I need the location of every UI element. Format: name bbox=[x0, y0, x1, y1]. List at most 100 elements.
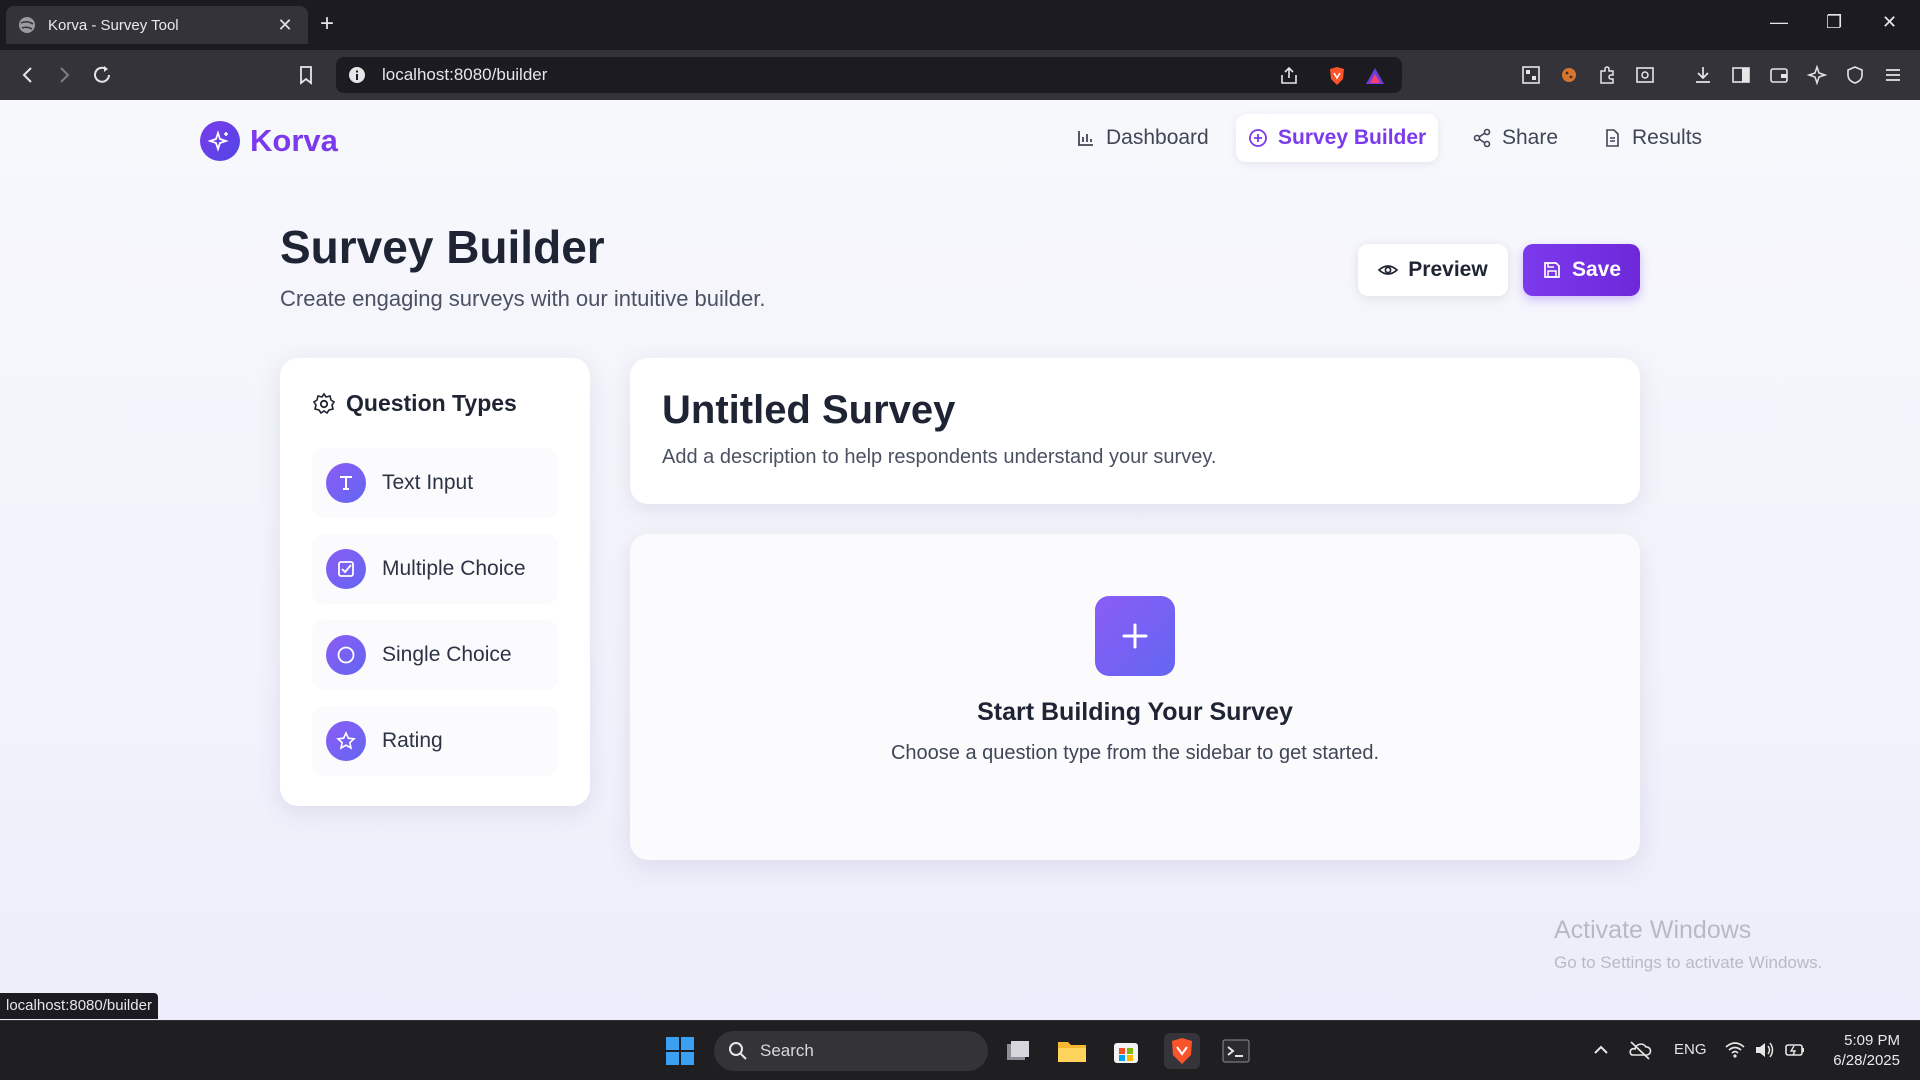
save-button[interactable]: Save bbox=[1523, 244, 1640, 296]
watermark-title: Activate Windows bbox=[1554, 916, 1752, 944]
reload-icon[interactable] bbox=[90, 63, 114, 87]
wallet-icon[interactable] bbox=[1768, 64, 1790, 86]
system-clock[interactable]: 5:09 PM 6/28/2025 bbox=[1820, 1031, 1900, 1071]
volume-icon[interactable] bbox=[1754, 1040, 1776, 1060]
battery-icon[interactable] bbox=[1784, 1040, 1806, 1060]
bar-chart-icon bbox=[1078, 131, 1093, 146]
watermark-subtitle: Go to Settings to activate Windows. bbox=[1554, 953, 1823, 972]
activate-windows-watermark: Activate Windows Go to Settings to activ… bbox=[1554, 916, 1822, 973]
plus-icon[interactable] bbox=[1095, 596, 1175, 676]
nav-results[interactable]: Results bbox=[1590, 114, 1714, 162]
save-label: Save bbox=[1571, 258, 1622, 281]
clock-date: 6/28/2025 bbox=[1833, 1052, 1900, 1069]
empty-state-subtitle: Choose a question type from the sidebar … bbox=[890, 742, 1380, 764]
nav-results-label: Results bbox=[1632, 126, 1703, 149]
type-icon bbox=[326, 463, 366, 503]
survey-description[interactable]: Add a description to help respondents un… bbox=[662, 446, 1216, 469]
tab-close-icon[interactable]: ✕ bbox=[274, 15, 296, 36]
question-type-label: Single Choice bbox=[382, 643, 512, 666]
chevron-up-icon[interactable] bbox=[1592, 1041, 1610, 1059]
preview-label: Preview bbox=[1408, 258, 1488, 281]
tab-title: Korva - Survey Tool bbox=[48, 16, 179, 34]
question-types-panel: Question Types Text Input Multiple Choic… bbox=[280, 358, 590, 806]
status-url: localhost:8080/builder bbox=[0, 993, 158, 1019]
microsoft-store-icon[interactable] bbox=[1108, 1033, 1144, 1069]
wifi-icon[interactable] bbox=[1724, 1040, 1746, 1060]
nav-dashboard-label: Dashboard bbox=[1106, 126, 1209, 149]
question-types-heading: Question Types bbox=[312, 390, 517, 417]
task-view-icon[interactable] bbox=[1000, 1033, 1036, 1069]
page-subtitle: Create engaging surveys with our intuiti… bbox=[280, 286, 766, 311]
browser-tab-bar: Korva - Survey Tool ✕ + — ❐ ✕ bbox=[0, 0, 1920, 50]
browser-toolbar: localhost:8080/builder bbox=[0, 50, 1920, 100]
empty-state-card: Start Building Your Survey Choose a ques… bbox=[630, 534, 1640, 860]
question-type-single-choice[interactable]: Single Choice bbox=[312, 620, 558, 690]
nav-survey-builder-label: Survey Builder bbox=[1278, 126, 1427, 149]
globe-icon bbox=[19, 17, 35, 33]
question-type-label: Text Input bbox=[382, 471, 474, 494]
empty-state-title: Start Building Your Survey bbox=[977, 698, 1293, 726]
extensions-icon[interactable] bbox=[1596, 64, 1618, 86]
sidebar-toggle-icon[interactable] bbox=[1730, 64, 1752, 86]
search-placeholder: Search bbox=[760, 1041, 814, 1060]
preview-button[interactable]: Preview bbox=[1358, 244, 1508, 296]
brand-name: Korva bbox=[250, 123, 338, 158]
brand[interactable]: Korva bbox=[200, 121, 338, 161]
question-type-label: Multiple Choice bbox=[382, 557, 526, 580]
leo-ai-icon[interactable] bbox=[1806, 64, 1828, 86]
clock-time: 5:09 PM bbox=[1844, 1032, 1900, 1049]
brave-shields-icon[interactable] bbox=[1326, 65, 1348, 87]
survey-title[interactable]: Untitled Survey bbox=[662, 388, 955, 433]
question-types-title: Question Types bbox=[346, 390, 517, 416]
question-type-label: Rating bbox=[382, 729, 443, 752]
checkbox-icon bbox=[326, 549, 366, 589]
nav-share-label: Share bbox=[1502, 126, 1559, 149]
page: Korva Dashboard Survey Builder Share Res… bbox=[0, 100, 1920, 1020]
eye-icon bbox=[1378, 265, 1399, 275]
vpn-icon[interactable] bbox=[1844, 64, 1866, 86]
sparkles-icon bbox=[200, 121, 240, 161]
minimize-button[interactable]: — bbox=[1770, 12, 1788, 33]
top-navigation: Korva Dashboard Survey Builder Share Res… bbox=[0, 100, 1920, 180]
onedrive-icon[interactable] bbox=[1628, 1039, 1652, 1061]
close-window-button[interactable]: ✕ bbox=[1882, 12, 1897, 33]
survey-header-card: Untitled Survey Add a description to hel… bbox=[630, 358, 1640, 504]
brave-browser-icon[interactable] bbox=[1164, 1033, 1200, 1069]
terminal-icon[interactable] bbox=[1218, 1033, 1254, 1069]
bookmark-icon[interactable] bbox=[294, 63, 318, 87]
taskbar: Search ENG 5:09 PM 6/28/2025 bbox=[0, 1020, 1920, 1080]
new-tab-button[interactable]: + bbox=[320, 12, 334, 36]
cookie-extension-icon[interactable] bbox=[1558, 64, 1580, 86]
radio-icon bbox=[326, 635, 366, 675]
file-explorer-icon[interactable] bbox=[1054, 1033, 1090, 1069]
restore-button[interactable]: ❐ bbox=[1826, 12, 1842, 33]
brave-rewards-icon[interactable] bbox=[1364, 65, 1386, 87]
site-info-icon[interactable] bbox=[348, 66, 366, 84]
nav-survey-builder[interactable]: Survey Builder bbox=[1236, 114, 1439, 162]
nav-dashboard[interactable]: Dashboard bbox=[1064, 114, 1221, 162]
search-icon bbox=[729, 1042, 747, 1060]
page-title: Survey Builder bbox=[280, 221, 605, 273]
share-icon bbox=[1473, 128, 1491, 148]
question-type-text-input[interactable]: Text Input bbox=[312, 448, 558, 518]
star-icon bbox=[326, 721, 366, 761]
url-text: localhost:8080/builder bbox=[382, 65, 548, 84]
nav-share[interactable]: Share bbox=[1460, 114, 1570, 162]
forward-icon[interactable] bbox=[52, 63, 76, 87]
reader-mode-icon[interactable] bbox=[1634, 64, 1656, 86]
back-icon[interactable] bbox=[16, 63, 40, 87]
qr-code-icon[interactable] bbox=[1520, 64, 1542, 86]
save-icon bbox=[1544, 262, 1560, 278]
windows-start-icon[interactable] bbox=[662, 1033, 698, 1069]
download-icon[interactable] bbox=[1692, 64, 1714, 86]
menu-icon[interactable] bbox=[1882, 64, 1904, 86]
share-page-icon[interactable] bbox=[1278, 65, 1300, 87]
browser-tab[interactable]: Korva - Survey Tool ✕ bbox=[6, 6, 308, 44]
question-type-multiple-choice[interactable]: Multiple Choice bbox=[312, 534, 558, 604]
taskbar-search[interactable]: Search bbox=[714, 1031, 988, 1071]
question-type-rating[interactable]: Rating bbox=[312, 706, 558, 776]
language-indicator[interactable]: ENG bbox=[1674, 1041, 1707, 1058]
file-text-icon bbox=[1606, 129, 1619, 147]
address-bar[interactable]: localhost:8080/builder bbox=[336, 57, 1402, 93]
gear-icon bbox=[312, 392, 336, 414]
